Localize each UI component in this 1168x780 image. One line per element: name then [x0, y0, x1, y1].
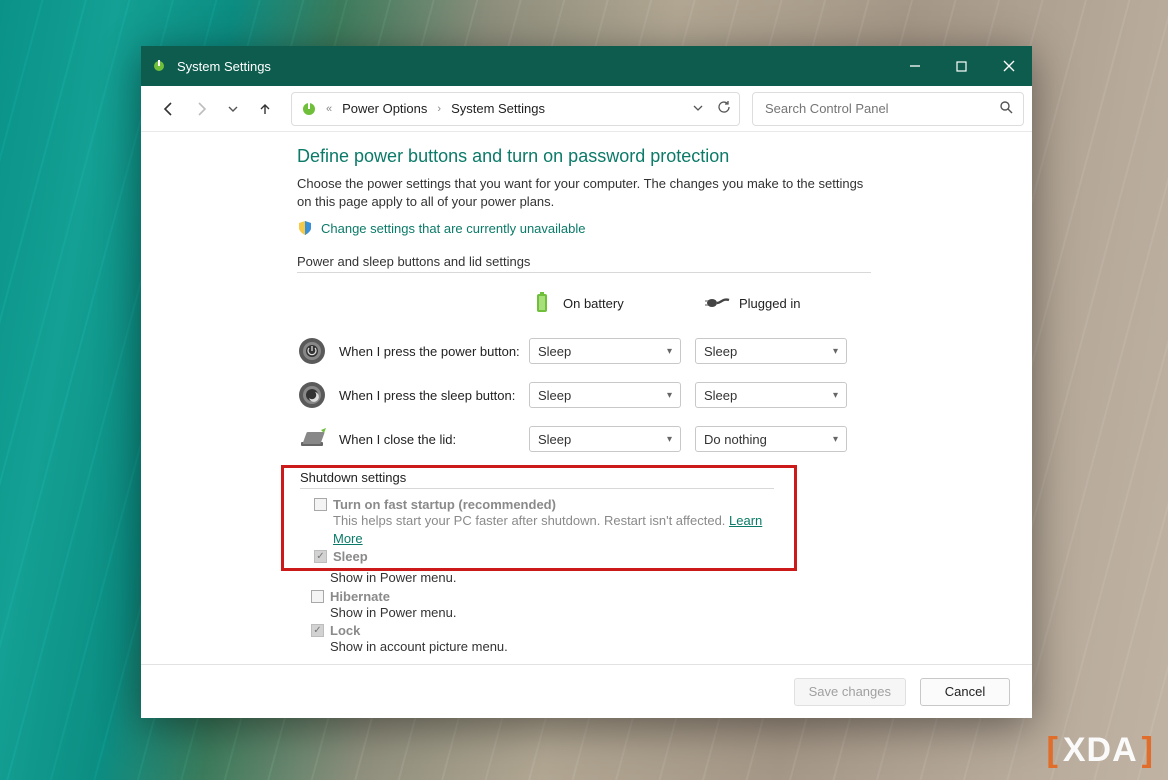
select-lid-battery[interactable]: Sleep ▾	[529, 426, 681, 452]
fast-startup-label: Turn on fast startup (recommended)	[333, 497, 556, 512]
shield-icon	[297, 220, 313, 236]
section-power-sleep-title: Power and sleep buttons and lid settings	[297, 254, 871, 273]
row-power-label: When I press the power button:	[339, 344, 529, 359]
navigation-bar: « Power Options › System Settings	[141, 86, 1032, 132]
lock-desc: Show in account picture menu.	[330, 638, 1008, 656]
hibernate-label: Hibernate	[330, 589, 390, 604]
select-power-plugged[interactable]: Sleep ▾	[695, 338, 847, 364]
plug-icon	[705, 295, 731, 311]
fast-startup-desc-text: This helps start your PC faster after sh…	[333, 513, 729, 528]
breadcrumb-power-options[interactable]: Power Options	[340, 99, 429, 118]
address-dropdown-button[interactable]	[693, 101, 703, 116]
option-sleep: Sleep	[314, 549, 794, 564]
back-button[interactable]	[155, 95, 183, 123]
chevron-right-icon: ›	[435, 103, 443, 115]
row-close-lid: When I close the lid: Sleep ▾ Do nothing…	[297, 417, 1008, 461]
chevron-down-icon: ▾	[667, 346, 672, 357]
content-area: Define power buttons and turn on passwor…	[141, 132, 1032, 664]
change-settings-link[interactable]: Change settings that are currently unava…	[321, 221, 586, 236]
search-input[interactable]	[763, 100, 999, 117]
checkbox-sleep[interactable]	[314, 550, 327, 563]
chevron-down-icon: ▾	[833, 434, 838, 445]
column-battery-label: On battery	[563, 296, 624, 311]
footer: Save changes Cancel	[141, 664, 1032, 718]
chevron-down-icon: ▾	[667, 390, 672, 401]
bracket-right-icon: ]	[1142, 731, 1154, 770]
refresh-button[interactable]	[717, 100, 731, 117]
option-lock: Lock Show in account picture menu.	[311, 623, 1008, 656]
select-sleep-plugged-value: Sleep	[704, 388, 737, 403]
option-fast-startup: Turn on fast startup (recommended) This …	[314, 497, 794, 547]
select-power-battery[interactable]: Sleep ▾	[529, 338, 681, 364]
row-sleep-button: When I press the sleep button: Sleep ▾ S…	[297, 373, 1008, 417]
sleep-button-icon	[297, 380, 339, 410]
select-power-battery-value: Sleep	[538, 344, 571, 359]
sleep-label: Sleep	[333, 549, 368, 564]
battery-icon	[529, 292, 555, 314]
search-icon[interactable]	[999, 100, 1013, 117]
lid-icon	[297, 426, 339, 452]
fast-startup-desc: This helps start your PC faster after sh…	[333, 512, 794, 547]
chevron-down-icon: ▾	[667, 434, 672, 445]
select-lid-battery-value: Sleep	[538, 432, 571, 447]
lock-label: Lock	[330, 623, 360, 638]
breadcrumb-prefix-icon: «	[324, 103, 334, 115]
power-options-breadcrumb-icon	[300, 100, 318, 118]
up-button[interactable]	[251, 95, 279, 123]
watermark-text: XDA	[1063, 731, 1138, 770]
chevron-down-icon: ▾	[833, 390, 838, 401]
save-changes-button[interactable]: Save changes	[794, 678, 906, 706]
row-power-button: When I press the power button: Sleep ▾ S…	[297, 329, 1008, 373]
power-button-icon	[297, 336, 339, 366]
hibernate-desc: Show in Power menu.	[330, 604, 1008, 622]
row-sleep-label: When I press the sleep button:	[339, 388, 529, 403]
recent-locations-button[interactable]	[219, 95, 247, 123]
section-shutdown-title: Shutdown settings	[300, 470, 774, 489]
bracket-left-icon: [	[1047, 731, 1059, 770]
chevron-down-icon: ▾	[833, 346, 838, 357]
sleep-desc: Show in Power menu.	[330, 569, 1008, 587]
checkbox-hibernate[interactable]	[311, 590, 324, 603]
address-bar[interactable]: « Power Options › System Settings	[291, 92, 740, 126]
window-title: System Settings	[177, 59, 271, 74]
highlight-shutdown-settings: Shutdown settings Turn on fast startup (…	[281, 465, 797, 571]
select-lid-plugged-value: Do nothing	[704, 432, 767, 447]
checkbox-fast-startup[interactable]	[314, 498, 327, 511]
row-lid-label: When I close the lid:	[339, 432, 529, 447]
select-sleep-battery[interactable]: Sleep ▾	[529, 382, 681, 408]
xda-watermark: [ XDA ]	[1047, 731, 1154, 770]
close-button[interactable]	[985, 46, 1032, 86]
option-sleep-desc-wrap: Show in Power menu.	[311, 569, 1008, 587]
forward-button[interactable]	[187, 95, 215, 123]
select-sleep-battery-value: Sleep	[538, 388, 571, 403]
page-heading: Define power buttons and turn on passwor…	[297, 146, 1008, 167]
search-box[interactable]	[752, 92, 1024, 126]
titlebar: System Settings	[141, 46, 1032, 86]
checkbox-lock[interactable]	[311, 624, 324, 637]
maximize-button[interactable]	[938, 46, 985, 86]
cancel-button[interactable]: Cancel	[920, 678, 1010, 706]
system-settings-window: System Settings « Power O	[141, 46, 1032, 718]
column-plugged-label: Plugged in	[739, 296, 800, 311]
breadcrumb-system-settings[interactable]: System Settings	[449, 99, 547, 118]
power-options-icon	[151, 58, 167, 74]
select-lid-plugged[interactable]: Do nothing ▾	[695, 426, 847, 452]
minimize-button[interactable]	[891, 46, 938, 86]
option-hibernate: Hibernate Show in Power menu.	[311, 589, 1008, 622]
column-headers: On battery Plugged in	[297, 283, 1008, 323]
select-power-plugged-value: Sleep	[704, 344, 737, 359]
select-sleep-plugged[interactable]: Sleep ▾	[695, 382, 847, 408]
page-intro: Choose the power settings that you want …	[297, 175, 867, 210]
